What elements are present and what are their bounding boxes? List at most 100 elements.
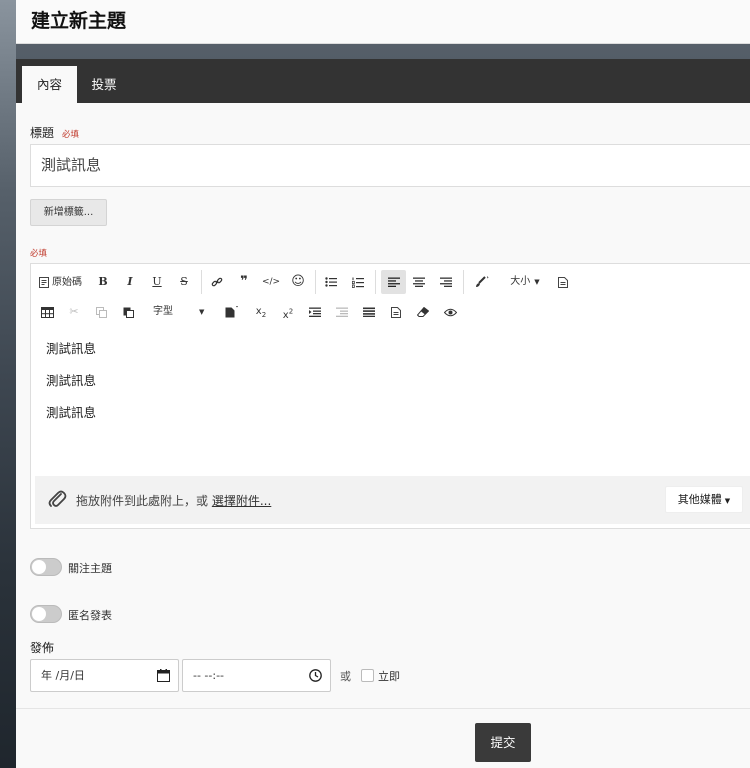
subscript-icon: x2 — [255, 306, 267, 319]
table-button[interactable] — [37, 300, 57, 324]
compose-form: 內容 投票 標題必填 測試訊息 新增標籤... 必填 原始碼 B I U S — [16, 59, 750, 768]
more-media-button[interactable]: 其他媒體 ▼ — [665, 486, 743, 513]
font-size-dropdown[interactable]: 大小 ▼ — [501, 270, 549, 294]
subscript-button[interactable]: x2 — [251, 300, 271, 324]
tab-poll[interactable]: 投票 — [84, 66, 124, 103]
scissors-icon: ✂ — [69, 305, 79, 318]
superscript-icon: x2 — [282, 308, 294, 322]
emoji-button[interactable]: ☺ — [288, 270, 308, 294]
tab-content[interactable]: 內容 — [22, 66, 77, 103]
source-icon — [39, 276, 49, 288]
source-label: 原始碼 — [52, 277, 82, 288]
editor-line: 測試訊息 — [46, 373, 97, 388]
publish-now-checkbox[interactable] — [361, 669, 374, 682]
submit-button[interactable]: 提交 — [475, 723, 531, 762]
date-placeholder: 年 /月/日 — [41, 669, 85, 682]
clear-format-button[interactable] — [413, 300, 433, 324]
paperclip-icon — [47, 488, 67, 510]
text-color-button[interactable] — [471, 270, 493, 294]
toolbar-row-2: ✂ 字型 ▼ x2 x2 — [31, 297, 750, 327]
paste-icon — [123, 307, 134, 318]
add-tag-button[interactable]: 新增標籤... — [30, 199, 107, 226]
underline-button[interactable]: U — [147, 270, 167, 294]
table-icon — [40, 306, 54, 318]
rich-text-editor: 原始碼 B I U S ❞ </> ☺ 大小 ▼ ✂ 字型 ▼ x2 x2 測試… — [30, 263, 750, 529]
more-media-label: 其他媒體 — [677, 493, 722, 506]
toolbar-separator — [375, 270, 376, 294]
justify-icon — [363, 307, 375, 317]
attachment-dropzone[interactable]: 拖放附件到此處附上，或 選擇附件... 其他媒體 ▼ — [35, 476, 750, 524]
align-right-button[interactable] — [436, 270, 456, 294]
caret-down-icon: ▼ — [724, 497, 731, 505]
numbered-list-button[interactable] — [348, 270, 368, 294]
editor-content[interactable]: 測試訊息 測試訊息 測試訊息 — [46, 339, 96, 435]
calendar-icon[interactable] — [157, 669, 170, 682]
link-icon — [211, 276, 223, 288]
anonymous-label: 匿名發表 — [68, 609, 112, 622]
outdent-button[interactable] — [332, 300, 352, 324]
bullet-list-button[interactable] — [321, 270, 341, 294]
paste-button[interactable] — [118, 300, 138, 324]
title-label-text: 標題 — [30, 126, 55, 140]
choose-attachment-link[interactable]: 選擇附件... — [212, 494, 271, 508]
font-family-label: 字型 — [153, 306, 173, 317]
editor-line: 測試訊息 — [46, 405, 97, 420]
document-icon — [225, 306, 239, 318]
tab-bar: 內容 投票 — [16, 59, 750, 103]
align-left-button[interactable] — [381, 270, 406, 294]
required-marker: 必填 — [62, 130, 80, 140]
justify-button[interactable] — [359, 300, 379, 324]
source-button[interactable]: 原始碼 — [39, 270, 85, 294]
align-right-icon — [440, 277, 452, 287]
indent-button[interactable] — [305, 300, 325, 324]
copy-icon — [95, 306, 107, 318]
font-size-label: 大小 — [510, 276, 531, 287]
font-family-dropdown[interactable]: 字型 ▼ — [149, 300, 207, 324]
toolbar-separator — [463, 270, 464, 294]
numbered-list-icon — [352, 277, 364, 288]
clock-icon[interactable] — [309, 669, 322, 682]
attachment-hint: 拖放附件到此處附上，或 選擇附件... — [76, 492, 271, 509]
cut-button[interactable]: ✂ — [64, 300, 84, 324]
document-icon — [391, 306, 401, 318]
page-header: 建立新主題 — [16, 0, 750, 44]
insert-button[interactable] — [221, 300, 243, 324]
background-strip — [0, 0, 16, 768]
align-center-button[interactable] — [409, 270, 429, 294]
caret-down-icon: ▼ — [534, 278, 540, 286]
title-input[interactable]: 測試訊息 — [30, 144, 750, 187]
link-button[interactable] — [207, 270, 227, 294]
toolbar-separator — [201, 270, 202, 294]
strikethrough-button[interactable]: S — [174, 270, 194, 294]
copy-button[interactable] — [91, 300, 111, 324]
divider — [16, 708, 750, 709]
template-button[interactable] — [386, 300, 406, 324]
watch-topic-toggle[interactable] — [30, 558, 62, 576]
watch-topic-toggle-row: 關注主題 — [30, 558, 230, 578]
outdent-icon — [336, 307, 348, 317]
preview-button[interactable] — [440, 300, 460, 324]
editor-line: 測試訊息 — [46, 341, 97, 356]
attachment-hint-text: 拖放附件到此處附上，或 — [76, 494, 209, 508]
anonymous-toggle-row: 匿名發表 — [30, 605, 230, 625]
bold-button[interactable]: B — [93, 270, 113, 294]
watch-topic-label: 關注主題 — [68, 562, 112, 575]
quote-button[interactable]: ❞ — [234, 270, 254, 294]
time-placeholder: -- --:-- — [193, 669, 225, 682]
title-label: 標題 必填 — [30, 124, 79, 141]
toolbar-separator — [315, 270, 316, 294]
page-title: 建立新主題 — [31, 10, 127, 32]
toolbar-row-1: 原始碼 B I U S ❞ </> ☺ 大小 ▼ — [31, 267, 750, 297]
publish-now-label: 立即 — [378, 670, 400, 683]
italic-button[interactable]: I — [120, 270, 140, 294]
or-text: 或 — [340, 670, 351, 683]
bullet-list-icon — [325, 277, 337, 287]
code-button[interactable]: </> — [261, 270, 281, 294]
anonymous-toggle[interactable] — [30, 605, 62, 623]
publish-time-input[interactable]: -- --:-- — [182, 659, 331, 692]
publish-label: 發佈 — [30, 641, 55, 655]
publish-date-input[interactable]: 年 /月/日 — [30, 659, 179, 692]
superscript-button[interactable]: x2 — [278, 300, 298, 324]
paragraph-format-button[interactable] — [553, 270, 573, 294]
indent-icon — [309, 307, 321, 317]
